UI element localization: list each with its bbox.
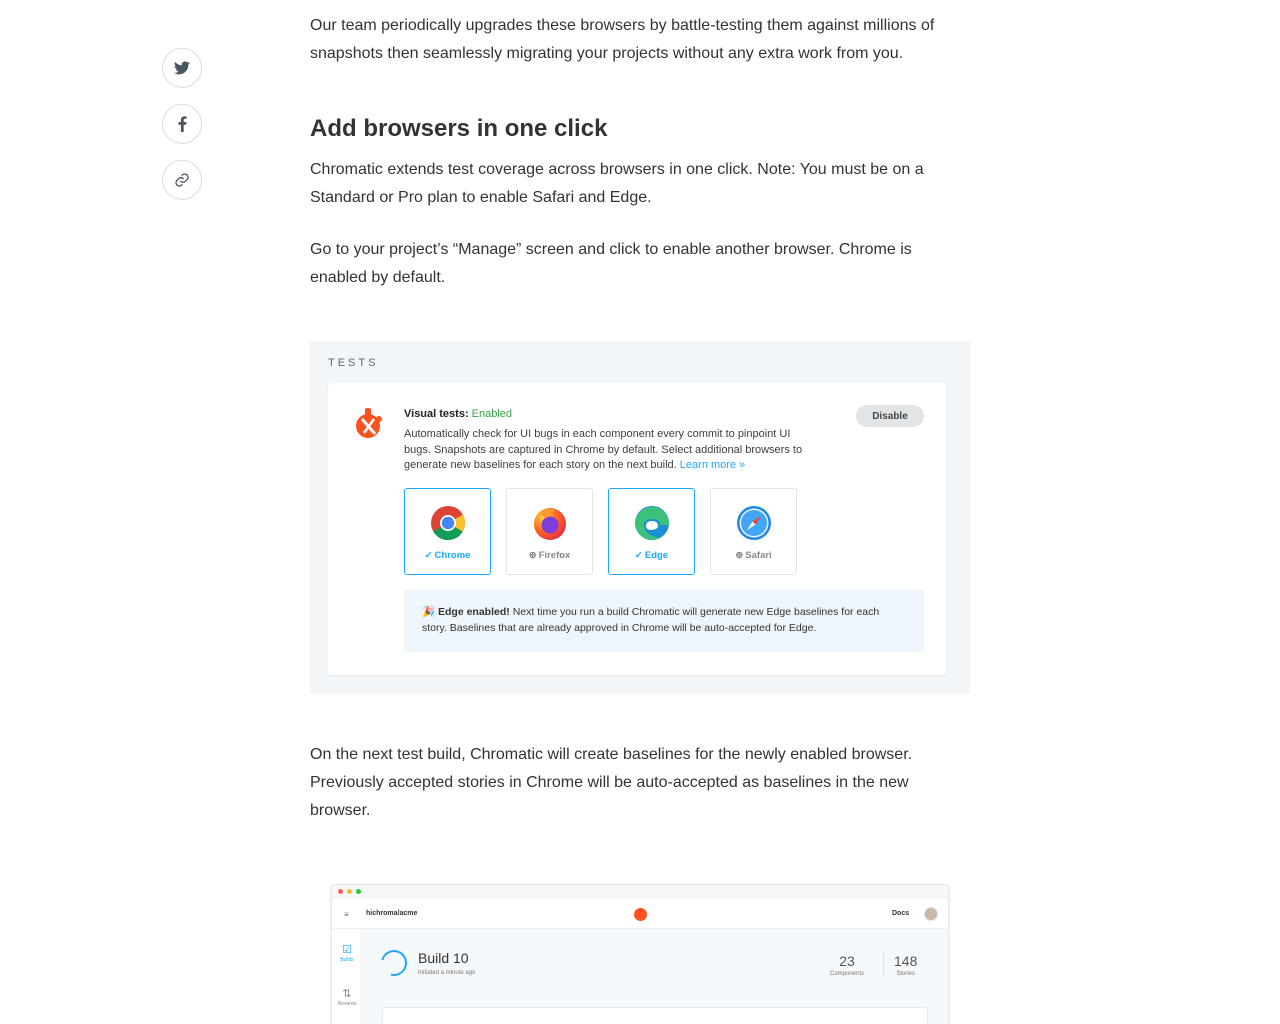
build-screenshot-figure: ≡ hichroma/acme Docs ☑ Builds ⇅ Reviews … — [331, 884, 949, 1024]
intro-paragraph: Our team periodically upgrades these bro… — [310, 17, 935, 62]
paragraph-next-build: On the next test build, Chromatic will c… — [310, 746, 913, 819]
browser-label-chrome: ✓ Chrome — [405, 550, 490, 561]
browser-option-edge[interactable]: ✓ Edge — [608, 488, 695, 575]
docs-link[interactable]: Docs — [892, 910, 909, 917]
paragraph-manage: Go to your project’s “Manage” screen and… — [310, 241, 912, 286]
notice-title: Edge enabled! — [438, 606, 510, 618]
build-subtitle: Initiated a minute ago — [418, 970, 476, 976]
browser-option-firefox[interactable]: ⊕ Firefox — [506, 488, 593, 575]
firefox-icon — [534, 508, 566, 540]
browser-name-firefox: Firefox — [538, 550, 571, 561]
visual-tests-card: Visual tests: Enabled Automatically chec… — [328, 383, 946, 675]
components-label: Components — [830, 971, 865, 977]
window-titlebar — [332, 885, 948, 899]
maximize-dot-icon — [356, 889, 361, 894]
visual-tests-status: Enabled — [471, 408, 513, 420]
browser-name-edge: Edge — [644, 550, 669, 561]
add-icon: ⊕ — [735, 550, 744, 561]
add-icon: ⊕ — [528, 550, 537, 561]
tests-settings-figure: TESTS Visual tests: Enabled Automaticall… — [310, 341, 970, 694]
tests-section-label: TESTS — [328, 357, 379, 369]
check-icon: ✓ — [634, 550, 643, 561]
reviews-icon: ⇅ — [342, 988, 352, 1000]
chrome-icon — [431, 506, 465, 540]
sidebar-label-builds: Builds — [340, 957, 354, 963]
article-body: Our team periodically upgrades these bro… — [310, 12, 950, 68]
sidebar-item-reviews[interactable]: ⇅ Reviews — [332, 987, 362, 1007]
learn-more-link[interactable]: Learn more » — [680, 459, 745, 471]
edge-enabled-notice: 🎉 Edge enabled! Next time you run a buil… — [404, 590, 924, 652]
edge-icon — [635, 506, 670, 540]
builds-icon: ☑ — [342, 944, 352, 956]
browser-name-safari: Safari — [745, 550, 772, 561]
visual-tests-title: Visual tests: — [404, 408, 469, 420]
browser-label-safari: ⊕ Safari — [711, 550, 796, 561]
facebook-icon — [178, 116, 186, 132]
visual-tests-logo-icon — [356, 408, 382, 438]
disable-button[interactable]: Disable — [856, 405, 924, 427]
twitter-share-button[interactable] — [162, 48, 202, 88]
sidebar-label-reviews: Reviews — [337, 1001, 357, 1007]
section-heading: Add browsers in one click — [310, 115, 608, 142]
link-icon — [175, 173, 189, 187]
twitter-icon — [174, 61, 190, 75]
components-stat: 23 Components — [830, 953, 864, 977]
copy-link-button[interactable] — [162, 160, 202, 200]
browser-label-firefox: ⊕ Firefox — [507, 550, 592, 561]
sidebar-item-builds[interactable]: ☑ Builds — [332, 943, 362, 963]
browser-label-edge: ✓ Edge — [609, 550, 694, 561]
party-icon: 🎉 — [422, 606, 436, 618]
avatar[interactable] — [924, 907, 938, 921]
repo-name[interactable]: hichroma/acme — [366, 910, 417, 917]
browser-name-chrome: Chrome — [434, 550, 471, 561]
build-progress-spinner — [376, 945, 412, 981]
build-title: Build 10 — [418, 950, 469, 966]
stories-count: 148 — [894, 953, 918, 969]
facebook-share-button[interactable] — [162, 104, 202, 144]
close-dot-icon — [338, 889, 343, 894]
components-count: 23 — [839, 953, 855, 969]
build-details-panel — [382, 1007, 928, 1024]
safari-icon — [737, 506, 771, 540]
app-sidebar: ☑ Builds ⇅ Reviews — [332, 929, 362, 1024]
paragraph-coverage: Chromatic extends test coverage across b… — [310, 161, 924, 206]
menu-icon[interactable]: ≡ — [344, 910, 349, 919]
minimize-dot-icon — [347, 889, 352, 894]
stories-label: Stories — [896, 971, 916, 977]
visual-tests-heading: Visual tests: Enabled — [404, 408, 512, 420]
app-header: ≡ hichroma/acme Docs — [332, 899, 948, 929]
browser-option-chrome[interactable]: ✓ Chrome — [404, 488, 491, 575]
browser-option-safari[interactable]: ⊕ Safari — [710, 488, 797, 575]
check-icon: ✓ — [424, 550, 433, 561]
visual-tests-description: Automatically check for UI bugs in each … — [404, 427, 804, 474]
chromatic-logo-icon — [634, 908, 647, 921]
stat-divider — [883, 951, 884, 977]
stories-stat: 148 Stories — [894, 953, 917, 977]
